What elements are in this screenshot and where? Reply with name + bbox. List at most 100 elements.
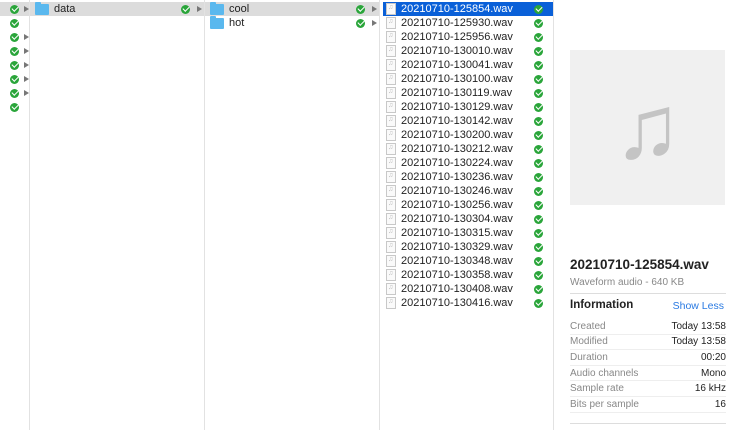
info-row: Duration 00:20 bbox=[570, 350, 726, 366]
file-row[interactable]: 20210710-130212.wav bbox=[383, 142, 553, 156]
synced-icon bbox=[534, 270, 543, 280]
chevron-right-icon bbox=[197, 6, 202, 12]
file-row[interactable]: 20210710-125854.wav bbox=[383, 2, 553, 16]
synced-icon bbox=[534, 298, 543, 308]
synced-icon bbox=[534, 46, 543, 56]
preview-title: 20210710-125854.wav bbox=[570, 257, 709, 272]
audio-file-icon bbox=[386, 101, 396, 113]
synced-icon bbox=[10, 46, 19, 56]
synced-icon bbox=[534, 18, 543, 28]
audio-file-icon bbox=[386, 213, 396, 225]
synced-icon bbox=[534, 130, 543, 140]
file-row[interactable]: 20210710-130200.wav bbox=[383, 128, 553, 142]
sidebar-row[interactable] bbox=[0, 72, 29, 86]
file-row[interactable]: 20210710-130315.wav bbox=[383, 226, 553, 240]
synced-icon bbox=[534, 214, 543, 224]
synced-icon bbox=[534, 284, 543, 294]
audio-file-icon bbox=[386, 129, 396, 141]
synced-icon bbox=[356, 18, 365, 28]
synced-icon bbox=[534, 116, 543, 126]
file-row[interactable]: 20210710-130142.wav bbox=[383, 114, 553, 128]
synced-icon bbox=[534, 4, 543, 14]
synced-icon bbox=[10, 32, 19, 42]
sidebar-row[interactable] bbox=[0, 58, 29, 72]
synced-icon bbox=[534, 158, 543, 168]
audio-file-icon bbox=[386, 115, 396, 127]
divider bbox=[570, 293, 726, 294]
synced-icon bbox=[534, 172, 543, 182]
column-0 bbox=[0, 0, 30, 430]
audio-file-icon bbox=[386, 157, 396, 169]
audio-file-icon bbox=[386, 143, 396, 155]
synced-icon bbox=[534, 256, 543, 266]
synced-icon bbox=[534, 228, 543, 238]
file-row[interactable]: 20210710-125930.wav bbox=[383, 16, 553, 30]
file-row[interactable]: 20210710-130304.wav bbox=[383, 212, 553, 226]
audio-file-icon bbox=[386, 73, 396, 85]
synced-icon bbox=[534, 242, 543, 252]
info-heading: Information bbox=[570, 299, 634, 311]
synced-icon bbox=[10, 4, 19, 14]
file-row[interactable]: 20210710-130358.wav bbox=[383, 268, 553, 282]
audio-file-icon bbox=[386, 171, 396, 183]
audio-file-icon bbox=[386, 31, 396, 43]
info-row: Created Today 13:58 bbox=[570, 319, 726, 335]
file-row[interactable]: 20210710-130041.wav bbox=[383, 58, 553, 72]
file-row[interactable]: 20210710-125956.wav bbox=[383, 30, 553, 44]
chevron-right-icon bbox=[24, 62, 29, 68]
file-row[interactable]: 20210710-130010.wav bbox=[383, 44, 553, 58]
audio-file-icon bbox=[386, 199, 396, 211]
synced-icon bbox=[181, 4, 190, 14]
column-3-files: 20210710-125854.wav20210710-125930.wav20… bbox=[380, 0, 554, 430]
synced-icon bbox=[534, 32, 543, 42]
synced-icon bbox=[534, 200, 543, 210]
audio-file-icon bbox=[386, 59, 396, 71]
audio-file-icon bbox=[386, 45, 396, 57]
file-row[interactable]: 20210710-130246.wav bbox=[383, 184, 553, 198]
audio-file-icon bbox=[386, 227, 396, 239]
folder-row-hot[interactable]: hot bbox=[205, 15, 379, 30]
synced-icon bbox=[534, 144, 543, 154]
artwork-placeholder: ♫ bbox=[570, 50, 725, 205]
folder-row-cool[interactable]: cool bbox=[205, 1, 379, 16]
folder-row-data[interactable]: data bbox=[30, 1, 204, 16]
audio-file-icon bbox=[386, 255, 396, 267]
preview-subtitle: Waveform audio - 640 KB bbox=[570, 277, 685, 288]
music-note-icon: ♫ bbox=[613, 77, 682, 178]
file-row[interactable]: 20210710-130224.wav bbox=[383, 156, 553, 170]
synced-icon bbox=[356, 4, 365, 14]
synced-icon bbox=[534, 102, 543, 112]
folder-icon bbox=[35, 1, 49, 15]
sidebar-row[interactable] bbox=[0, 30, 29, 44]
file-row[interactable]: 20210710-130256.wav bbox=[383, 198, 553, 212]
file-row[interactable]: 20210710-130348.wav bbox=[383, 254, 553, 268]
column-2: cool hot bbox=[205, 0, 380, 430]
audio-file-icon bbox=[386, 3, 396, 15]
info-row: Audio channels Mono bbox=[570, 366, 726, 382]
synced-icon bbox=[534, 60, 543, 70]
file-row[interactable]: 20210710-130408.wav bbox=[383, 282, 553, 296]
file-row[interactable]: 20210710-130100.wav bbox=[383, 72, 553, 86]
file-row[interactable]: 20210710-130416.wav bbox=[383, 296, 553, 310]
synced-icon bbox=[10, 88, 19, 98]
chevron-right-icon bbox=[24, 90, 29, 96]
audio-file-icon bbox=[386, 87, 396, 99]
file-row[interactable]: 20210710-130119.wav bbox=[383, 86, 553, 100]
show-less-link[interactable]: Show Less bbox=[673, 300, 724, 312]
chevron-right-icon bbox=[372, 6, 377, 12]
audio-file-icon bbox=[386, 297, 396, 309]
file-row[interactable]: 20210710-130236.wav bbox=[383, 170, 553, 184]
synced-icon bbox=[534, 186, 543, 196]
sidebar-row[interactable] bbox=[0, 100, 29, 114]
sidebar-row[interactable] bbox=[0, 44, 29, 58]
column-1: data bbox=[30, 0, 205, 430]
file-row[interactable]: 20210710-130329.wav bbox=[383, 240, 553, 254]
chevron-right-icon bbox=[24, 6, 29, 12]
sidebar-row[interactable] bbox=[0, 86, 29, 100]
sidebar-row[interactable] bbox=[0, 16, 29, 30]
chevron-right-icon bbox=[372, 20, 377, 26]
synced-icon bbox=[534, 74, 543, 84]
file-row[interactable]: 20210710-130129.wav bbox=[383, 100, 553, 114]
audio-file-icon bbox=[386, 241, 396, 253]
sidebar-row[interactable] bbox=[0, 2, 29, 16]
